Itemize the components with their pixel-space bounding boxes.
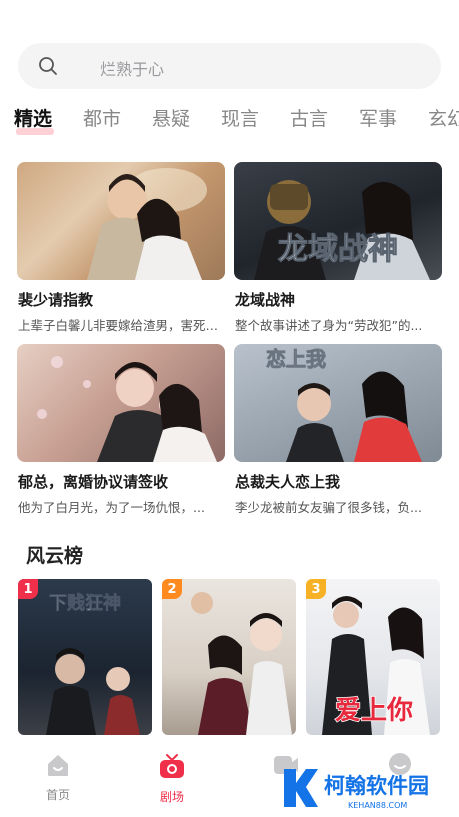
poster-art: 爱上你 xyxy=(322,596,430,735)
svg-text:爱上你: 爱上你 xyxy=(335,696,413,726)
tabbar-theater-label: 剧场 xyxy=(159,790,184,804)
card-description: 他为了白月光，为了一场仇恨，... xyxy=(18,500,205,515)
tab-xuanhuan[interactable]: 玄幻 xyxy=(428,104,459,131)
ranking-card[interactable]: 下贱狂神 1 xyxy=(18,579,152,735)
rank-badge: 2 xyxy=(162,579,182,599)
tabbar-home[interactable]: 首页 xyxy=(28,752,88,803)
drama-thumbnail[interactable] xyxy=(17,162,225,280)
svg-text:恋上我: 恋上我 xyxy=(266,347,326,371)
poster-art xyxy=(191,592,292,735)
tab-junshi[interactable]: 军事 xyxy=(359,104,397,131)
tab-guyan[interactable]: 古言 xyxy=(290,104,328,131)
drama-thumbnail[interactable] xyxy=(17,344,225,462)
tab-xuanyi[interactable]: 悬疑 xyxy=(152,104,190,131)
watermark-logo: 柯翰软件园 KEHAN88.COM xyxy=(284,769,429,810)
ranking-section-title: 风云榜 xyxy=(26,545,84,567)
svg-text:龙域战神: 龙域战神 xyxy=(278,232,398,267)
card-description: 李少龙被前女友骗了很多钱，负... xyxy=(235,500,422,515)
tab-jingxuan[interactable]: 精选 xyxy=(14,104,52,131)
thumbnail-art xyxy=(17,162,225,280)
tab-dushi[interactable]: 都市 xyxy=(83,104,121,131)
card-description: 上辈子白馨儿非要嫁给渣男，害死了... xyxy=(18,318,226,333)
ranking-card[interactable]: 爱上你 3 xyxy=(306,579,440,735)
card-title: 郁总，离婚协议请签收 xyxy=(18,473,169,491)
poster-title: 恋上我 xyxy=(266,347,327,372)
card-title: 裴少请指教 xyxy=(18,291,94,309)
search-bar[interactable]: 烂熟于心 xyxy=(18,43,441,89)
home-icon xyxy=(48,755,68,776)
card-title: 龙域战神 xyxy=(235,291,296,309)
category-tabs: 精选 都市 悬疑 现言 古言 军事 玄幻 xyxy=(0,104,459,140)
drama-thumbnail[interactable]: 恋上我 xyxy=(234,344,442,462)
theater-icon xyxy=(160,754,184,778)
rank-badge: 3 xyxy=(306,579,326,599)
rank-badge: 1 xyxy=(18,579,38,599)
poster-title: 龙域战神 xyxy=(278,232,399,268)
svg-text:柯翰软件园: 柯翰软件园 xyxy=(324,774,429,798)
drama-thumbnail[interactable]: 龙域战神 xyxy=(234,162,442,280)
tab-xianyan[interactable]: 现言 xyxy=(221,104,259,131)
card-title: 总裁夫人恋上我 xyxy=(235,473,341,491)
card-description: 整个故事讲述了身为“劳改犯”的... xyxy=(235,318,423,333)
tabbar-theater[interactable]: 剧场 xyxy=(142,752,202,805)
svg-text:KEHAN88.COM: KEHAN88.COM xyxy=(348,801,407,810)
tabbar-home-label: 首页 xyxy=(45,788,70,802)
svg-text:下贱狂神: 下贱狂神 xyxy=(49,592,121,614)
poster-art: 下贱狂神 xyxy=(46,592,140,735)
watermark: 柯翰软件园 KEHAN88.COM xyxy=(282,765,442,811)
search-placeholder: 烂熟于心 xyxy=(100,60,165,79)
thumbnail-art xyxy=(37,356,217,462)
ranking-card[interactable]: 2 xyxy=(162,579,296,735)
search-icon xyxy=(39,57,57,75)
